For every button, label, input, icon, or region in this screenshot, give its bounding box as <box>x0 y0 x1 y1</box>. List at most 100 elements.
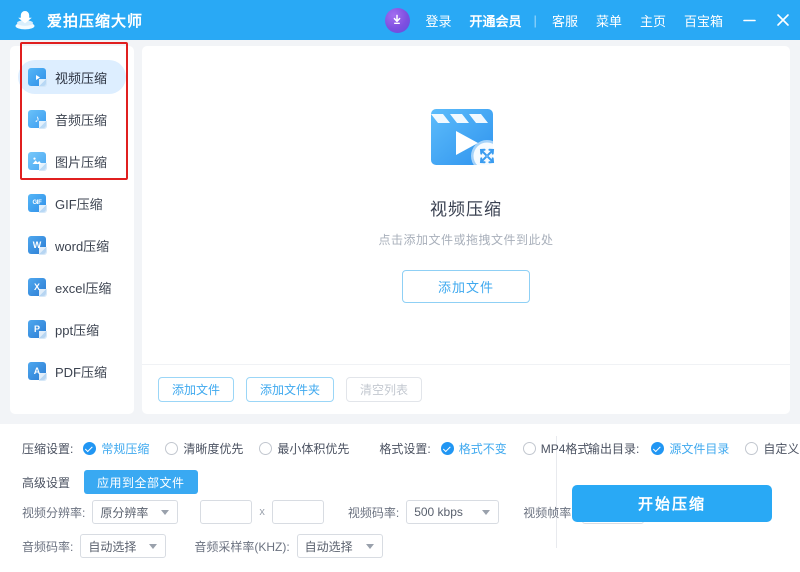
sidebar-item-video[interactable]: 视频压缩 <box>18 60 126 94</box>
sidebar-item-word[interactable]: W word压缩 <box>18 228 126 262</box>
video-resolution-label: 视频分辨率: <box>22 504 85 521</box>
drop-zone-title: 视频压缩 <box>430 195 502 220</box>
sidebar-item-label: ppt压缩 <box>55 320 99 339</box>
pdf-file-icon: A <box>28 362 46 380</box>
compress-settings-label: 压缩设置: <box>22 440 73 457</box>
titlebar-separator: | <box>528 13 543 28</box>
sidebar-item-label: 视频压缩 <box>55 68 107 87</box>
minimize-icon[interactable] <box>732 0 766 40</box>
video-resolution-select[interactable]: 原分辨率 <box>92 500 178 524</box>
radio-keep-format[interactable]: 格式不变 <box>441 440 507 457</box>
radio-dot <box>441 442 454 455</box>
audio-bitrate-value: 自动选择 <box>88 538 136 555</box>
radio-mp4-format[interactable]: MP4格式 <box>523 440 590 457</box>
radio-label: MP4格式 <box>541 440 590 457</box>
advanced-settings-label: 高级设置 <box>22 474 70 491</box>
compress-stack-icon <box>12 7 38 33</box>
menu-link[interactable]: 菜单 <box>587 11 631 30</box>
video-bitrate-label: 视频码率: <box>348 504 399 521</box>
radio-dot <box>523 442 536 455</box>
ppt-file-icon: P <box>28 320 46 338</box>
sidebar-item-gif[interactable]: GIF GIF压缩 <box>18 186 126 220</box>
sidebar-item-excel[interactable]: X excel压缩 <box>18 270 126 304</box>
output-directory-row: 输出目录: 源文件目录 自定义 <box>588 440 800 457</box>
titlebar-actions: 登录 开通会员 | 客服 菜单 主页 百宝箱 <box>385 0 800 40</box>
video-params-row: 视频分辨率: 原分辨率 x 视频码率: 500 kbps 视频帧率: 原帧率 <box>22 500 644 524</box>
main-toolbar: 添加文件 添加文件夹 清空列表 <box>142 364 790 414</box>
radio-dot <box>83 442 96 455</box>
toolbox-link[interactable]: 百宝箱 <box>675 11 732 30</box>
sidebar-item-ppt[interactable]: P ppt压缩 <box>18 312 126 346</box>
radio-dot <box>745 442 758 455</box>
support-link[interactable]: 客服 <box>543 11 587 30</box>
title-bar: 爱拍压缩大师 登录 开通会员 | 客服 菜单 主页 百宝箱 <box>0 0 800 40</box>
video-compress-illustration <box>427 101 505 179</box>
audio-samplerate-value: 自动选择 <box>305 538 353 555</box>
gif-file-icon: GIF <box>28 194 46 212</box>
clear-list-button[interactable]: 清空列表 <box>346 377 422 402</box>
video-resolution-value: 原分辨率 <box>100 504 148 521</box>
add-file-button[interactable]: 添加文件 <box>158 377 234 402</box>
format-settings-label: 格式设置: <box>379 440 430 457</box>
audio-bitrate-label: 音频码率: <box>22 538 73 555</box>
close-icon[interactable] <box>766 0 800 40</box>
chevron-down-icon <box>149 544 157 549</box>
sidebar: 视频压缩 ♪ 音频压缩 图片压缩 GIF GIF压 <box>10 46 134 414</box>
apply-to-all-button[interactable]: 应用到全部文件 <box>84 470 198 494</box>
sidebar-item-image[interactable]: 图片压缩 <box>18 144 126 178</box>
radio-smallest-size-first[interactable]: 最小体积优先 <box>259 440 349 457</box>
sidebar-item-label: PDF压缩 <box>55 362 107 381</box>
radio-dot <box>259 442 272 455</box>
radio-clarity-first[interactable]: 清晰度优先 <box>165 440 243 457</box>
audio-samplerate-label: 音频采样率(KHZ): <box>194 538 289 555</box>
become-member-link[interactable]: 开通会员 <box>461 11 528 30</box>
video-bitrate-select[interactable]: 500 kbps <box>406 500 499 524</box>
radio-label: 清晰度优先 <box>183 440 243 457</box>
app-logo: 爱拍压缩大师 <box>12 7 143 33</box>
word-file-icon: W <box>28 236 46 254</box>
radio-custom-directory[interactable]: 自定义 <box>745 440 799 457</box>
radio-label: 源文件目录 <box>669 440 729 457</box>
radio-source-directory[interactable]: 源文件目录 <box>651 440 729 457</box>
radio-dot <box>165 442 178 455</box>
login-link[interactable]: 登录 <box>417 11 461 30</box>
app-window: 爱拍压缩大师 登录 开通会员 | 客服 菜单 主页 百宝箱 <box>0 0 800 572</box>
video-file-icon <box>28 68 46 86</box>
chevron-down-icon <box>161 510 169 515</box>
compress-settings-row: 压缩设置: 常规压缩 清晰度优先 最小体积优先 格式设置: 格式不变 MP4格式 <box>22 440 605 457</box>
custom-width-input[interactable] <box>200 500 252 524</box>
chevron-down-icon <box>366 544 374 549</box>
sidebar-item-label: 图片压缩 <box>55 152 107 171</box>
home-link[interactable]: 主页 <box>631 11 675 30</box>
video-bitrate-value: 500 kbps <box>414 505 463 519</box>
add-file-primary-button[interactable]: 添加文件 <box>402 270 530 303</box>
radio-label: 自定义 <box>763 440 799 457</box>
sidebar-item-pdf[interactable]: A PDF压缩 <box>18 354 126 388</box>
start-compress-button[interactable]: 开始压缩 <box>572 485 772 522</box>
audio-params-row: 音频码率: 自动选择 音频采样率(KHZ): 自动选择 <box>22 534 383 558</box>
radio-label: 常规压缩 <box>101 440 149 457</box>
sidebar-item-label: excel压缩 <box>55 278 111 297</box>
radio-label: 格式不变 <box>459 440 507 457</box>
sidebar-item-label: 音频压缩 <box>55 110 107 129</box>
image-file-icon <box>28 152 46 170</box>
audio-bitrate-select[interactable]: 自动选择 <box>80 534 166 558</box>
add-folder-button[interactable]: 添加文件夹 <box>246 377 334 402</box>
file-drop-zone[interactable]: 视频压缩 点击添加文件或拖拽文件到此处 添加文件 <box>142 46 790 364</box>
user-download-avatar-icon[interactable] <box>385 8 410 33</box>
chevron-down-icon <box>482 510 490 515</box>
audio-file-icon: ♪ <box>28 110 46 128</box>
radio-normal-compress[interactable]: 常规压缩 <box>83 440 149 457</box>
settings-panel: 压缩设置: 常规压缩 清晰度优先 最小体积优先 格式设置: 格式不变 MP4格式 <box>0 424 800 572</box>
drop-zone-subtitle: 点击添加文件或拖拽文件到此处 <box>378 231 553 248</box>
radio-label: 最小体积优先 <box>277 440 349 457</box>
video-framerate-label: 视频帧率: <box>523 504 574 521</box>
main-panel: 视频压缩 点击添加文件或拖拽文件到此处 添加文件 添加文件 添加文件夹 清空列表 <box>142 46 790 414</box>
output-directory-label: 输出目录: <box>588 440 639 457</box>
radio-dot <box>651 442 664 455</box>
sidebar-item-audio[interactable]: ♪ 音频压缩 <box>18 102 126 136</box>
sidebar-item-label: word压缩 <box>55 236 109 255</box>
size-separator: x <box>259 506 265 518</box>
audio-samplerate-select[interactable]: 自动选择 <box>297 534 383 558</box>
custom-height-input[interactable] <box>272 500 324 524</box>
